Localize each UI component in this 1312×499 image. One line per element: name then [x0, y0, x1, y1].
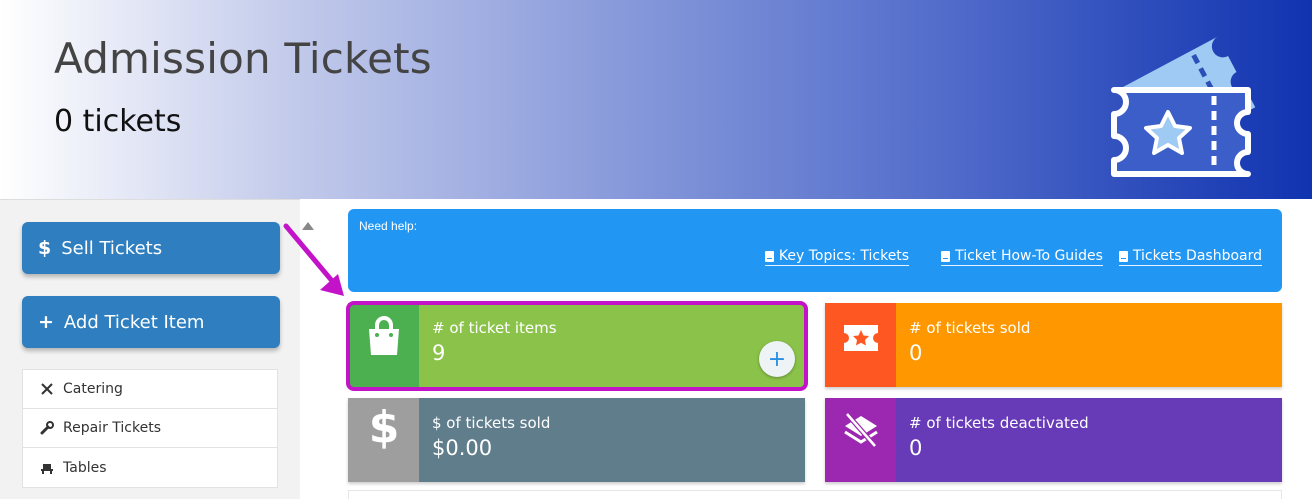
table-icon — [39, 461, 55, 475]
help-link-label: Key Topics: Tickets — [778, 248, 910, 264]
sell-tickets-label: Sell Tickets — [61, 237, 163, 259]
book-icon — [764, 250, 774, 262]
fork-knife-icon — [39, 382, 55, 396]
add-ticket-item-label: Add Ticket Item — [63, 311, 205, 333]
book-icon — [1118, 250, 1128, 262]
tickets-dashboard-link[interactable]: Tickets Dashboard — [1118, 248, 1262, 266]
help-label: Need help: — [359, 219, 418, 233]
ticket-items-card[interactable]: # of ticket items 9 + — [348, 303, 805, 387]
add-ticket-item-button[interactable]: + Add Ticket Item — [22, 296, 280, 348]
plus-icon: + — [38, 311, 54, 333]
how-to-guides-link[interactable]: Ticket How-To Guides — [941, 248, 1103, 266]
dollar-icon: $ — [348, 398, 419, 482]
card-value: 0 — [909, 436, 923, 460]
sidebar-item-label: Repair Tickets — [63, 420, 161, 436]
card-value: 9 — [432, 341, 446, 365]
svg-text:$: $ — [369, 404, 399, 450]
layers-off-icon — [825, 398, 896, 482]
sidebar-item-label: Tables — [63, 459, 107, 476]
card-label: # of ticket items — [432, 319, 557, 337]
card-body: # of tickets deactivated 0 — [896, 398, 1282, 482]
shopping-bag-icon — [348, 303, 419, 387]
sidebar-item-label: Catering — [63, 381, 123, 397]
page: Admission Tickets 0 tickets $ Sell Ticke… — [0, 0, 1312, 499]
page-header: Admission Tickets 0 tickets — [0, 0, 1312, 199]
card-body: $ of tickets sold $0.00 — [419, 398, 805, 482]
card-value: 0 — [909, 341, 923, 365]
sidebar: $ Sell Tickets + Add Ticket Item Caterin… — [0, 199, 300, 499]
help-link-label: Ticket How-To Guides — [955, 248, 1103, 264]
sidebar-list: Catering Repair Tickets Tables — [22, 369, 278, 488]
card-label: # of tickets sold — [909, 319, 1031, 337]
page-title: Admission Tickets — [54, 34, 432, 83]
help-link-label: Tickets Dashboard — [1132, 248, 1262, 264]
sidebar-item-repair-tickets[interactable]: Repair Tickets — [23, 409, 277, 448]
card-label: # of tickets deactivated — [909, 414, 1089, 432]
annotation-arrow — [283, 223, 344, 296]
help-links: Key Topics: Tickets Ticket How-To Guides… — [764, 248, 1262, 266]
card-body: # of tickets sold 0 — [896, 303, 1282, 387]
card-value: $0.00 — [432, 436, 493, 460]
card-label: $ of tickets sold — [432, 414, 551, 432]
dollar-icon: $ — [38, 237, 52, 259]
sidebar-item-tables[interactable]: Tables — [23, 448, 277, 487]
help-bar: Need help: Key Topics: Tickets Ticket Ho… — [348, 209, 1282, 292]
key-topics-link[interactable]: Key Topics: Tickets — [764, 248, 910, 266]
card-body: # of ticket items 9 + — [419, 303, 805, 387]
add-ticket-item-circle-button[interactable]: + — [759, 341, 795, 377]
ticket-count: 0 tickets — [54, 104, 182, 139]
ticket-star-icon — [825, 303, 896, 387]
ticket-star-icon — [1111, 36, 1256, 177]
deactivated-card[interactable]: # of tickets deactivated 0 — [825, 398, 1282, 482]
sidebar-item-catering[interactable]: Catering — [23, 370, 277, 409]
content-panel-edge — [348, 490, 1282, 499]
wrench-icon — [39, 421, 55, 435]
tickets-sold-card[interactable]: # of tickets sold 0 — [825, 303, 1282, 387]
revenue-card[interactable]: $ $ of tickets sold $0.00 — [348, 398, 805, 482]
sell-tickets-button[interactable]: $ Sell Tickets — [22, 222, 280, 274]
book-icon — [941, 250, 951, 262]
